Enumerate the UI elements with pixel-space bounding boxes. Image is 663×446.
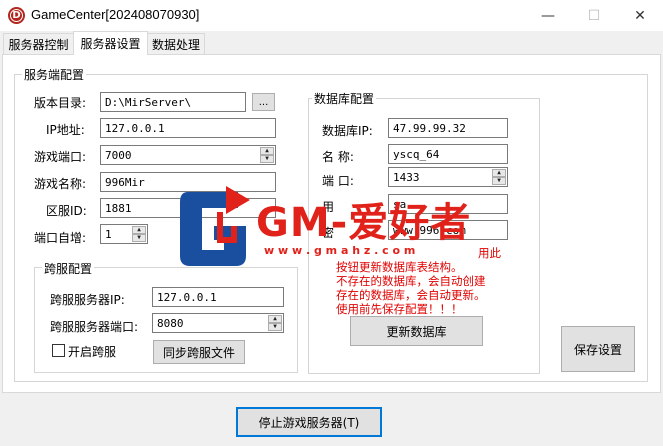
tab-data-processing[interactable]: 数据处理 (147, 33, 205, 54)
zone-id-value: 1881 (105, 201, 132, 215)
maximize-button[interactable]: ☐ (571, 0, 617, 31)
tab-server-control[interactable]: 服务器控制 (3, 33, 74, 54)
spin-up-icon[interactable]: ▲ (268, 315, 282, 323)
window-title: GameCenter[202408070930] (31, 7, 200, 22)
close-button[interactable]: ✕ (617, 0, 663, 31)
spin-down-icon[interactable]: ▼ (492, 177, 506, 185)
tab-server-settings[interactable]: 服务器设置 (73, 31, 148, 55)
game-port-value: 7000 (105, 148, 132, 162)
version-dir-input[interactable]: D:\MirServer\ (100, 92, 246, 112)
db-ip-label: 数据库IP: (322, 124, 373, 138)
cross-config-title: 跨服配置 (42, 260, 95, 277)
port-autoinc-spin-buttons[interactable]: ▲ ▼ (132, 226, 146, 242)
cross-port-value: 8080 (157, 316, 184, 330)
db-name-input[interactable]: yscq_64 (388, 144, 508, 164)
db-name-label: 名 称: (322, 150, 354, 164)
game-name-label: 游戏名称: (34, 177, 87, 191)
db-port-spin-buttons[interactable]: ▲ ▼ (492, 169, 506, 185)
maximize-icon: ☐ (587, 7, 601, 24)
db-config-title: 数据库配置 (312, 90, 377, 107)
game-port-spin-buttons[interactable]: ▲ ▼ (260, 147, 274, 163)
port-autoinc-value: 1 (105, 227, 112, 241)
app-icon[interactable]: D (8, 7, 25, 24)
spin-down-icon[interactable]: ▼ (260, 155, 274, 163)
note-line: 存在的数据库，会自动更新。 (336, 288, 486, 302)
browse-button[interactable]: ... (252, 93, 275, 111)
db-ip-input[interactable]: 47.99.99.32 (388, 118, 508, 138)
cross-port-label: 跨服服务器端口: (50, 320, 139, 334)
close-icon: ✕ (634, 7, 646, 24)
note-line: 不存在的数据库，会自动创建 (336, 274, 486, 288)
port-autoinc-label: 端口自增: (34, 231, 87, 245)
cross-port-spin-buttons[interactable]: ▲ ▼ (268, 315, 282, 331)
server-config-title: 服务端配置 (22, 66, 87, 83)
ip-input[interactable]: 127.0.0.1 (100, 118, 276, 138)
spin-up-icon[interactable]: ▲ (132, 226, 146, 234)
spin-up-icon[interactable]: ▲ (492, 169, 506, 177)
ip-label: IP地址: (46, 123, 85, 137)
watermark-url: w w w . g m a h z . c o m (264, 244, 416, 257)
port-autoinc-spinner[interactable]: 1 ▲ ▼ (100, 224, 148, 244)
spin-down-icon[interactable]: ▼ (132, 234, 146, 242)
stop-game-server-button[interactable]: 停止游戏服务器(T) (236, 407, 382, 437)
game-port-spinner[interactable]: 7000 ▲ ▼ (100, 145, 276, 165)
watermark-brand: GM-爱好者 (256, 200, 472, 246)
db-port-spinner[interactable]: 1433 ▲ ▼ (388, 167, 508, 187)
save-settings-button[interactable]: 保存设置 (561, 326, 635, 372)
minimize-button[interactable]: — (525, 0, 571, 31)
update-db-button[interactable]: 更新数据库 (350, 316, 483, 346)
note-line: 使用前先保存配置！！！ (336, 302, 463, 316)
game-port-label: 游戏端口: (34, 150, 87, 164)
enable-cross-label: 开启跨服 (68, 345, 117, 359)
cross-ip-input[interactable]: 127.0.0.1 (152, 287, 284, 307)
enable-cross-checkbox[interactable] (52, 344, 65, 357)
app-icon-letter: D (12, 10, 21, 21)
zone-id-label: 区服ID: (46, 204, 87, 218)
db-port-value: 1433 (393, 170, 420, 184)
spin-down-icon[interactable]: ▼ (268, 323, 282, 331)
version-dir-label: 版本目录: (34, 96, 87, 110)
watermark-logo: GM-爱好者 w w w . g m a h z . c o m (180, 186, 500, 272)
cross-ip-label: 跨服服务器IP: (50, 293, 125, 307)
minimize-icon: — (541, 7, 555, 24)
sync-cross-files-button[interactable]: 同步跨服文件 (153, 340, 245, 364)
spin-up-icon[interactable]: ▲ (260, 147, 274, 155)
cross-port-spinner[interactable]: 8080 ▲ ▼ (152, 313, 284, 333)
